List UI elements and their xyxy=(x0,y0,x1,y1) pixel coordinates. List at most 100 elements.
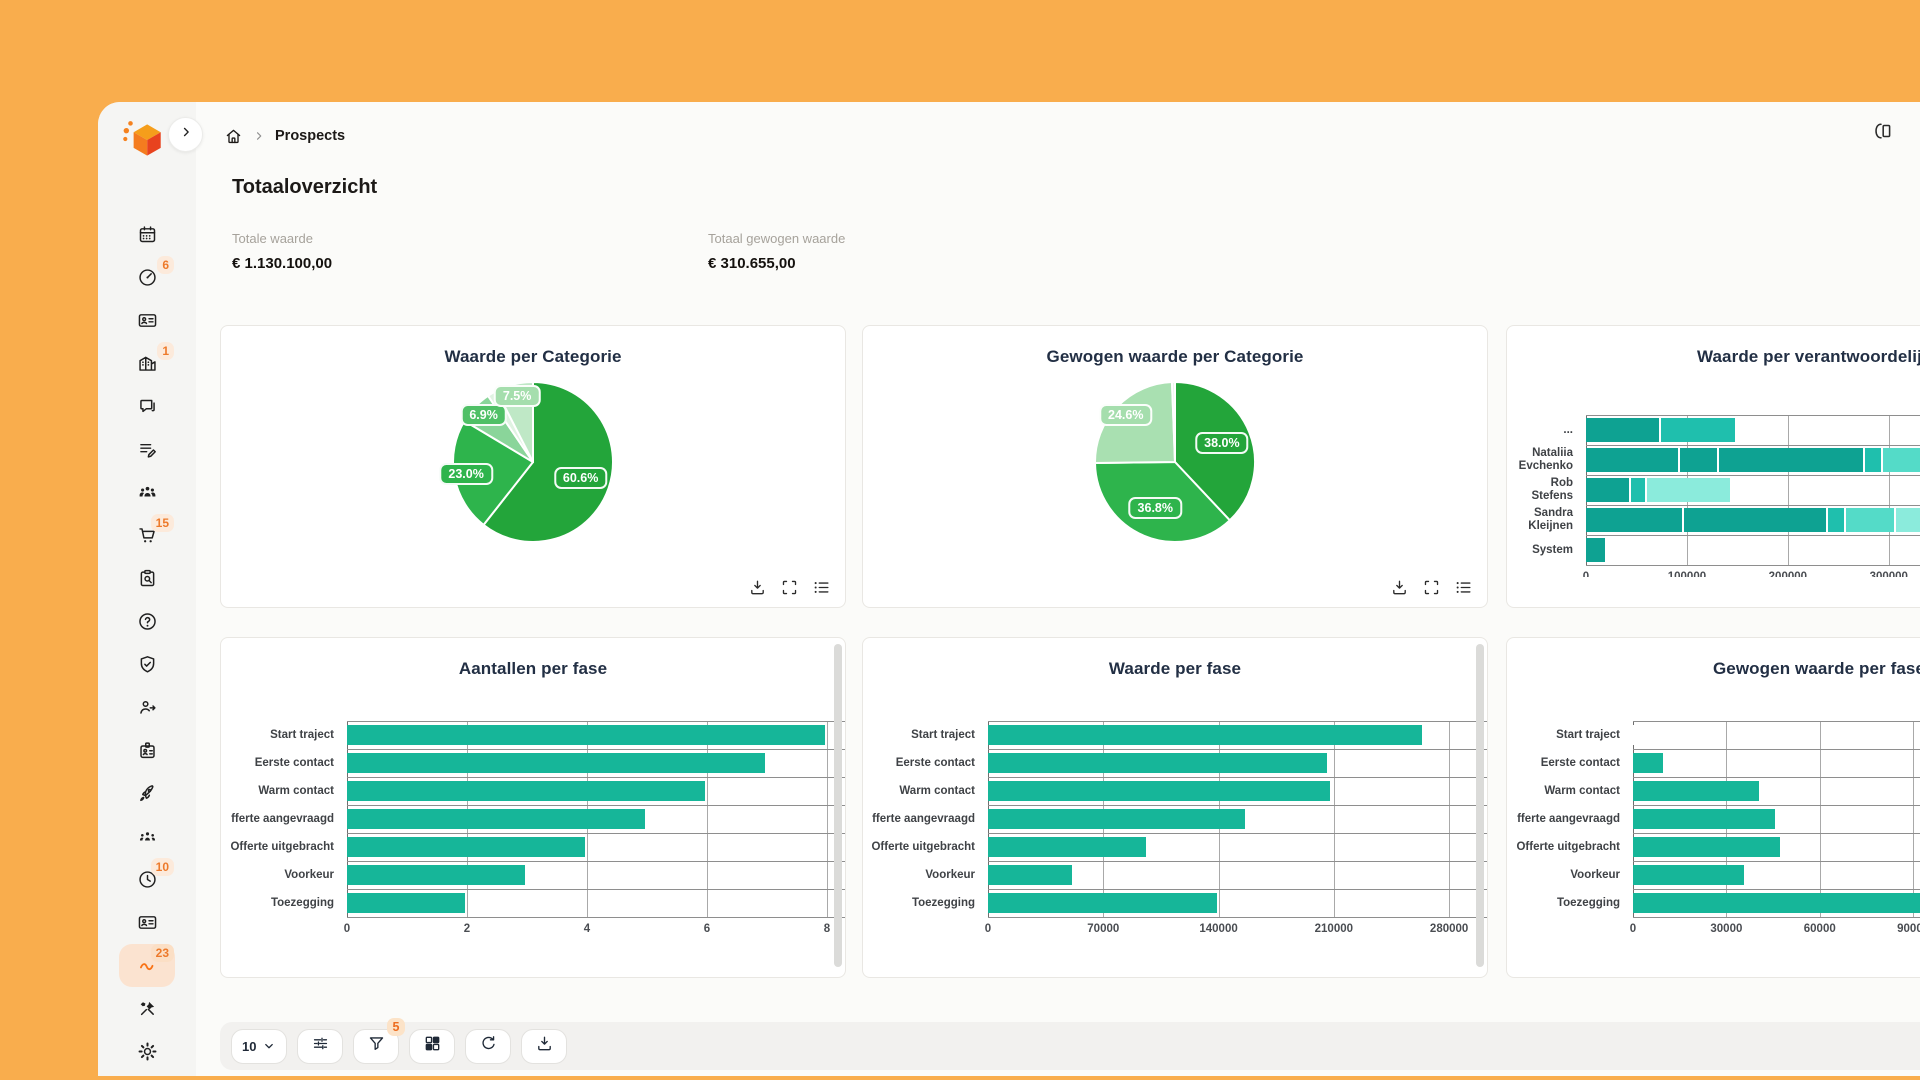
sliders-icon xyxy=(311,1034,330,1058)
tools-icon xyxy=(137,998,158,1019)
axis-tick-label: 100000 xyxy=(1668,571,1706,577)
chart-card-aantallen-per-fase: Aantallen per fase Start trajectEerste c… xyxy=(220,637,846,978)
axis-tick-label: 300000 xyxy=(1870,571,1908,577)
notification-badge: 1 xyxy=(157,342,174,360)
row-gridline xyxy=(347,917,845,918)
bar-chart-gewogen-waarde-per-fase: Start trajectEerste contactWarm contactf… xyxy=(1507,721,1920,947)
sidebar-item-prospects[interactable]: 23 xyxy=(119,944,175,987)
sidebar-item-notes[interactable] xyxy=(119,428,175,471)
split-view-icon xyxy=(1872,129,1894,146)
download-icon[interactable] xyxy=(1390,578,1409,597)
grid-icon xyxy=(423,1034,442,1058)
sidebar-item-dashboard[interactable]: 6 xyxy=(119,256,175,299)
bar xyxy=(1633,865,1920,885)
bar xyxy=(347,753,845,773)
row-gridline xyxy=(1586,535,1920,536)
pie-slice-label: 24.6% xyxy=(1099,404,1152,426)
sidebar-item-tools[interactable] xyxy=(119,987,175,1030)
sidebar-item-rocket[interactable] xyxy=(119,772,175,815)
row-gridline xyxy=(988,777,1487,778)
row-gridline xyxy=(1633,833,1920,834)
bar xyxy=(1633,893,1920,913)
sidebar-item-group[interactable] xyxy=(119,815,175,858)
pie-slice-label: 38.0% xyxy=(1195,432,1248,454)
vertical-scrollbar[interactable] xyxy=(1476,644,1484,967)
chart-actions xyxy=(1390,578,1473,597)
sidebar-item-clipboard-search[interactable] xyxy=(119,557,175,600)
axis-tick-label: 0 xyxy=(1630,923,1636,935)
chart-card-gewogen-waarde-per-fase: Gewogen waarde per fase Start trajectEer… xyxy=(1506,637,1920,978)
bar xyxy=(347,725,845,745)
bar-segment xyxy=(347,809,647,829)
sidebar-item-history[interactable]: 10 xyxy=(119,858,175,901)
team-icon xyxy=(137,482,158,503)
row-gridline xyxy=(1633,917,1920,918)
sidebar-item-user-out[interactable] xyxy=(119,686,175,729)
bar-segment xyxy=(1647,478,1733,502)
row-gridline xyxy=(1633,777,1920,778)
stat-total-value: Totale waarde € 1.130.100,00 xyxy=(232,231,708,272)
layout-button[interactable] xyxy=(409,1029,455,1064)
axis-tick-label: 30000 xyxy=(1710,923,1742,935)
breadcrumb-current[interactable]: Prospects xyxy=(275,128,345,144)
stats-row: Totale waarde € 1.130.100,00 Totaal gewo… xyxy=(232,231,1184,272)
row-gridline xyxy=(988,749,1487,750)
bar-segment xyxy=(1661,418,1738,442)
bar xyxy=(1586,448,1920,472)
sidebar-item-chat[interactable] xyxy=(119,385,175,428)
vertical-scrollbar[interactable] xyxy=(834,644,842,967)
list-icon[interactable] xyxy=(812,578,831,597)
pie-slice-label: 23.0% xyxy=(439,463,492,485)
bar xyxy=(988,865,1487,885)
bar xyxy=(347,865,845,885)
sidebar-item-contact-card[interactable] xyxy=(119,901,175,944)
fullscreen-icon[interactable] xyxy=(1422,578,1441,597)
axis-category-label: fferte aangevraagd xyxy=(863,805,975,833)
row-gridline xyxy=(1586,415,1920,416)
split-view-button[interactable] xyxy=(1870,120,1896,146)
chart-title: Aantallen per fase xyxy=(221,659,845,679)
breadcrumb-chevron-icon xyxy=(252,129,266,143)
sidebar-item-shield[interactable] xyxy=(119,643,175,686)
refresh-icon xyxy=(479,1034,498,1058)
bar-segment xyxy=(347,837,587,857)
axis-category-label: Voorkeur xyxy=(221,861,334,889)
row-gridline xyxy=(988,861,1487,862)
axis-tick-label: 70000 xyxy=(1087,923,1119,935)
sidebar-item-calendar[interactable] xyxy=(119,213,175,256)
list-icon[interactable] xyxy=(1454,578,1473,597)
fullscreen-icon[interactable] xyxy=(780,578,799,597)
axis-category-label: Start traject xyxy=(863,721,975,749)
filter-button[interactable]: 5 xyxy=(353,1029,399,1064)
sidebar-item-contact-card[interactable] xyxy=(119,299,175,342)
page-size-select[interactable]: 10 xyxy=(231,1029,287,1064)
row-gridline xyxy=(347,721,845,722)
page-size-value: 10 xyxy=(242,1039,256,1054)
bar-segment xyxy=(1846,508,1895,532)
notification-badge: 15 xyxy=(151,514,174,532)
sidebar-item-cart[interactable]: 15 xyxy=(119,514,175,557)
sidebar-item-team[interactable] xyxy=(119,471,175,514)
sidebar-item-id-badge[interactable] xyxy=(119,729,175,772)
download-icon[interactable] xyxy=(748,578,767,597)
bar-segment xyxy=(1680,448,1719,472)
plot-area: 070000140000210000280000 xyxy=(988,721,1487,917)
bar-segment xyxy=(1586,448,1680,472)
pie-chart-waarde-per-categorie: 60.6%23.0%6.9%7.5% xyxy=(428,372,638,554)
axis-tick-label: 0 xyxy=(985,923,991,935)
column-settings-button[interactable] xyxy=(297,1029,343,1064)
sidebar-item-help[interactable] xyxy=(119,600,175,643)
home-icon[interactable] xyxy=(224,127,243,146)
bar-segment xyxy=(1586,478,1631,502)
stat-value: € 1.130.100,00 xyxy=(232,255,708,272)
refresh-button[interactable] xyxy=(465,1029,511,1064)
export-button[interactable] xyxy=(521,1029,567,1064)
bar xyxy=(1633,837,1920,857)
sidebar-item-settings[interactable] xyxy=(119,1030,175,1073)
bar-segment xyxy=(988,753,1329,773)
sidebar-expand-button[interactable] xyxy=(168,117,203,152)
sidebar-item-company[interactable]: 1 xyxy=(119,342,175,385)
bar-segment xyxy=(1896,508,1920,532)
pie-slice-label: 36.8% xyxy=(1129,497,1182,519)
bar-segment xyxy=(1633,809,1777,829)
